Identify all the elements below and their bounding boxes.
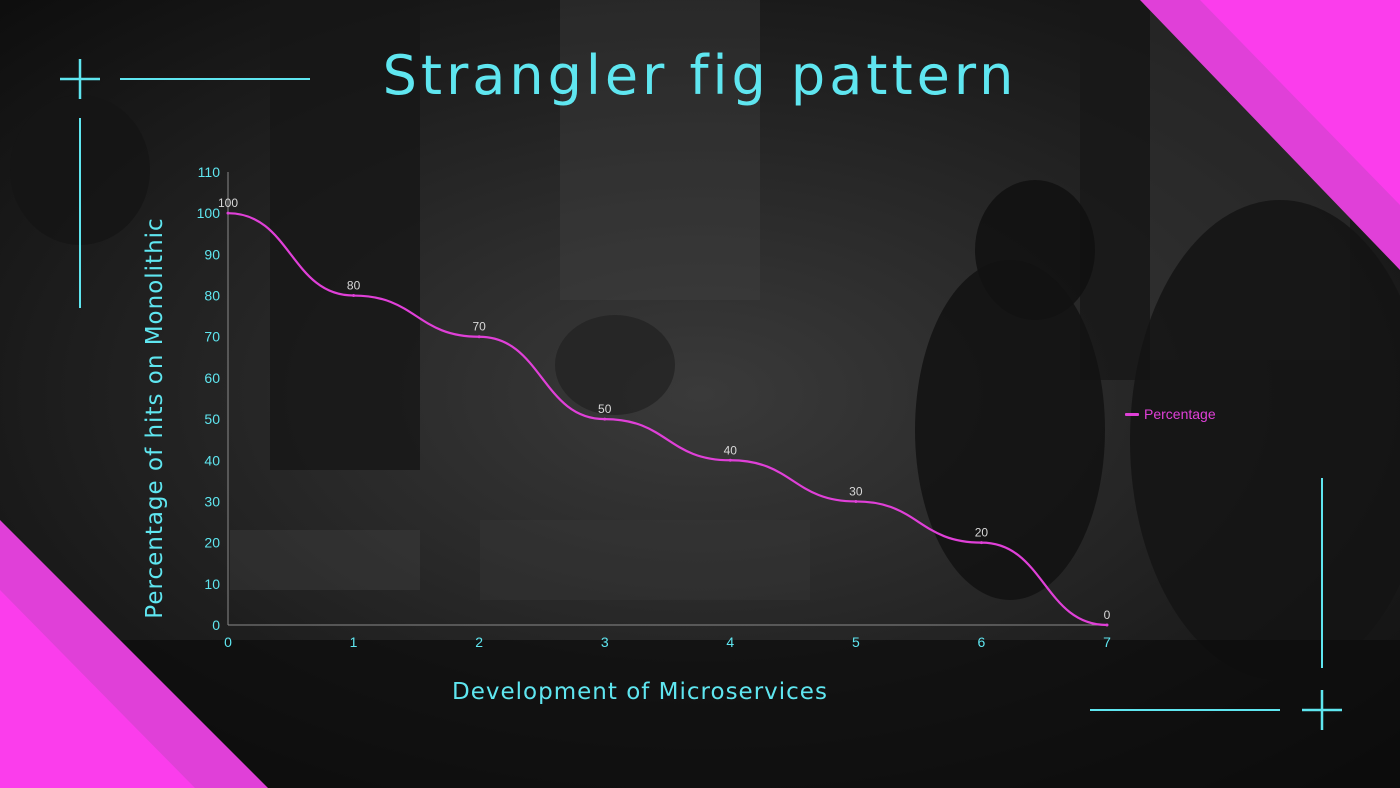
y-axis-title: Percentage of hits on Monolithic — [142, 217, 168, 619]
y-tick-label: 100 — [197, 205, 221, 221]
data-label: 50 — [598, 402, 612, 416]
y-tick-label: 20 — [204, 535, 220, 551]
x-axis-title: Development of Microservices — [452, 679, 828, 705]
data-point — [854, 499, 858, 503]
legend-swatch — [1125, 412, 1139, 416]
legend-label: Percentage — [1144, 406, 1216, 422]
data-label: 100 — [218, 196, 238, 210]
data-point — [728, 458, 732, 462]
series-line-percentage — [227, 212, 1108, 627]
chart-legend: Percentage — [1125, 406, 1216, 422]
x-tick-label: 4 — [726, 634, 734, 650]
y-tick-label: 40 — [204, 452, 220, 468]
x-tick-label: 3 — [601, 634, 609, 650]
x-tick-label: 7 — [1103, 634, 1111, 650]
data-label: 80 — [347, 279, 361, 293]
x-tick-label: 2 — [475, 634, 483, 650]
y-tick-label: 90 — [204, 246, 220, 262]
data-label: 40 — [724, 443, 738, 457]
data-label: 70 — [472, 320, 486, 334]
x-tick-label: 5 — [852, 634, 860, 650]
y-tick-label: 0 — [212, 617, 220, 633]
data-point — [226, 211, 230, 215]
x-tick-label: 0 — [224, 634, 232, 650]
slide: Strangler fig pattern 0 10 20 30 40 50 60 70 80 9… — [0, 0, 1400, 788]
data-point — [352, 294, 356, 298]
data-label: 30 — [849, 484, 863, 498]
y-tick-label: 30 — [204, 493, 220, 509]
y-tick-label: 110 — [198, 164, 221, 180]
y-tick-label: 60 — [204, 370, 220, 386]
y-tick-label: 80 — [204, 288, 220, 304]
data-point — [979, 541, 983, 545]
data-label: 20 — [975, 526, 989, 540]
data-point — [1105, 623, 1109, 627]
data-point — [603, 417, 607, 421]
x-tick-label: 6 — [978, 634, 986, 650]
y-tick-label: 10 — [204, 576, 220, 592]
data-label: 0 — [1104, 608, 1111, 622]
x-tick-label: 1 — [350, 634, 358, 650]
y-tick-label: 70 — [204, 329, 220, 345]
data-point — [477, 335, 481, 339]
line-chart: 0 10 20 30 40 50 60 70 80 90 100 110 0 1 2 3 4 5 6 7 100 80 70… — [197, 164, 1111, 650]
y-tick-label: 50 — [204, 411, 220, 427]
